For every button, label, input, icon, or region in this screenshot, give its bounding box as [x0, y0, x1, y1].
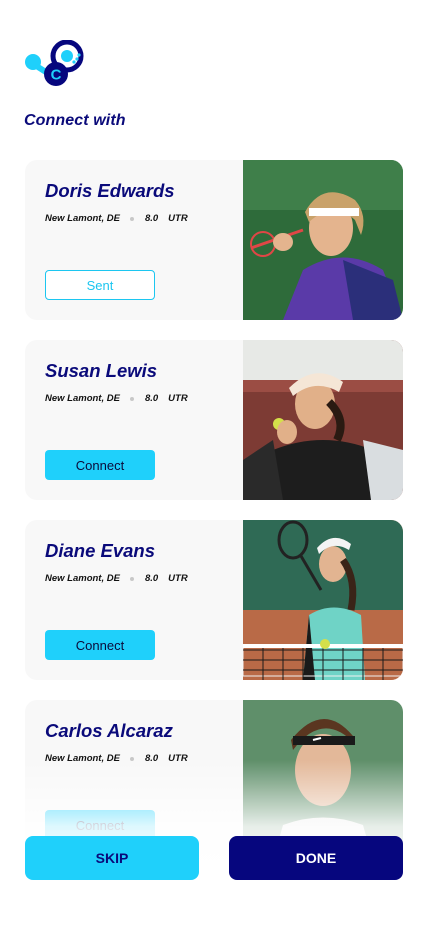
player-card[interactable]: Susan Lewis New Lamont, DE 8.0 UTR Conne…	[25, 340, 403, 500]
player-location: New Lamont, DE	[45, 393, 120, 404]
rating-unit: UTR	[168, 213, 188, 224]
player-name: Diane Evans	[45, 540, 156, 561]
rating-unit: UTR	[168, 393, 188, 404]
player-photo	[243, 160, 403, 320]
player-card[interactable]: Doris Edwards New Lamont, DE 8.0 UTR Sen…	[25, 160, 403, 320]
connect-screen: C Connect with Doris Edwards New Lamont,…	[0, 0, 428, 926]
player-meta: New Lamont, DE 8.0 UTR	[45, 573, 188, 584]
player-photo	[243, 340, 403, 500]
rating-unit: UTR	[168, 573, 188, 584]
sent-button[interactable]: Sent	[45, 270, 155, 300]
svg-text:C: C	[51, 67, 62, 84]
separator-dot	[129, 216, 134, 221]
separator-dot	[129, 576, 134, 581]
player-meta: New Lamont, DE 8.0 UTR	[45, 753, 188, 764]
player-name: Carlos Alcaraz	[45, 720, 173, 741]
player-rating: 8.0	[144, 213, 159, 224]
player-photo	[243, 520, 403, 680]
rating-unit: UTR	[168, 753, 188, 764]
player-location: New Lamont, DE	[45, 213, 120, 224]
app-logo: C	[24, 39, 84, 90]
done-button[interactable]: DONE	[229, 836, 403, 880]
player-name: Susan Lewis	[45, 360, 158, 381]
player-location: New Lamont, DE	[45, 753, 120, 764]
player-info: Susan Lewis New Lamont, DE 8.0 UTR Conne…	[45, 340, 243, 500]
player-meta: New Lamont, DE 8.0 UTR	[45, 213, 188, 224]
player-rating: 8.0	[144, 573, 159, 584]
separator-dot	[129, 756, 134, 761]
player-card[interactable]: Diane Evans New Lamont, DE 8.0 UTR Conne…	[25, 520, 403, 680]
player-info: Doris Edwards New Lamont, DE 8.0 UTR Sen…	[45, 160, 243, 320]
player-name: Doris Edwards	[45, 180, 175, 201]
connect-button[interactable]: Connect	[45, 630, 155, 660]
connect-button[interactable]: Connect	[45, 450, 155, 480]
player-location: New Lamont, DE	[45, 573, 120, 584]
player-info: Diane Evans New Lamont, DE 8.0 UTR Conne…	[45, 520, 243, 680]
player-rating: 8.0	[144, 393, 159, 404]
section-title: Connect with	[24, 112, 126, 129]
separator-dot	[129, 396, 134, 401]
skip-button[interactable]: SKIP	[25, 836, 199, 880]
player-meta: New Lamont, DE 8.0 UTR	[45, 393, 188, 404]
player-rating: 8.0	[144, 753, 159, 764]
